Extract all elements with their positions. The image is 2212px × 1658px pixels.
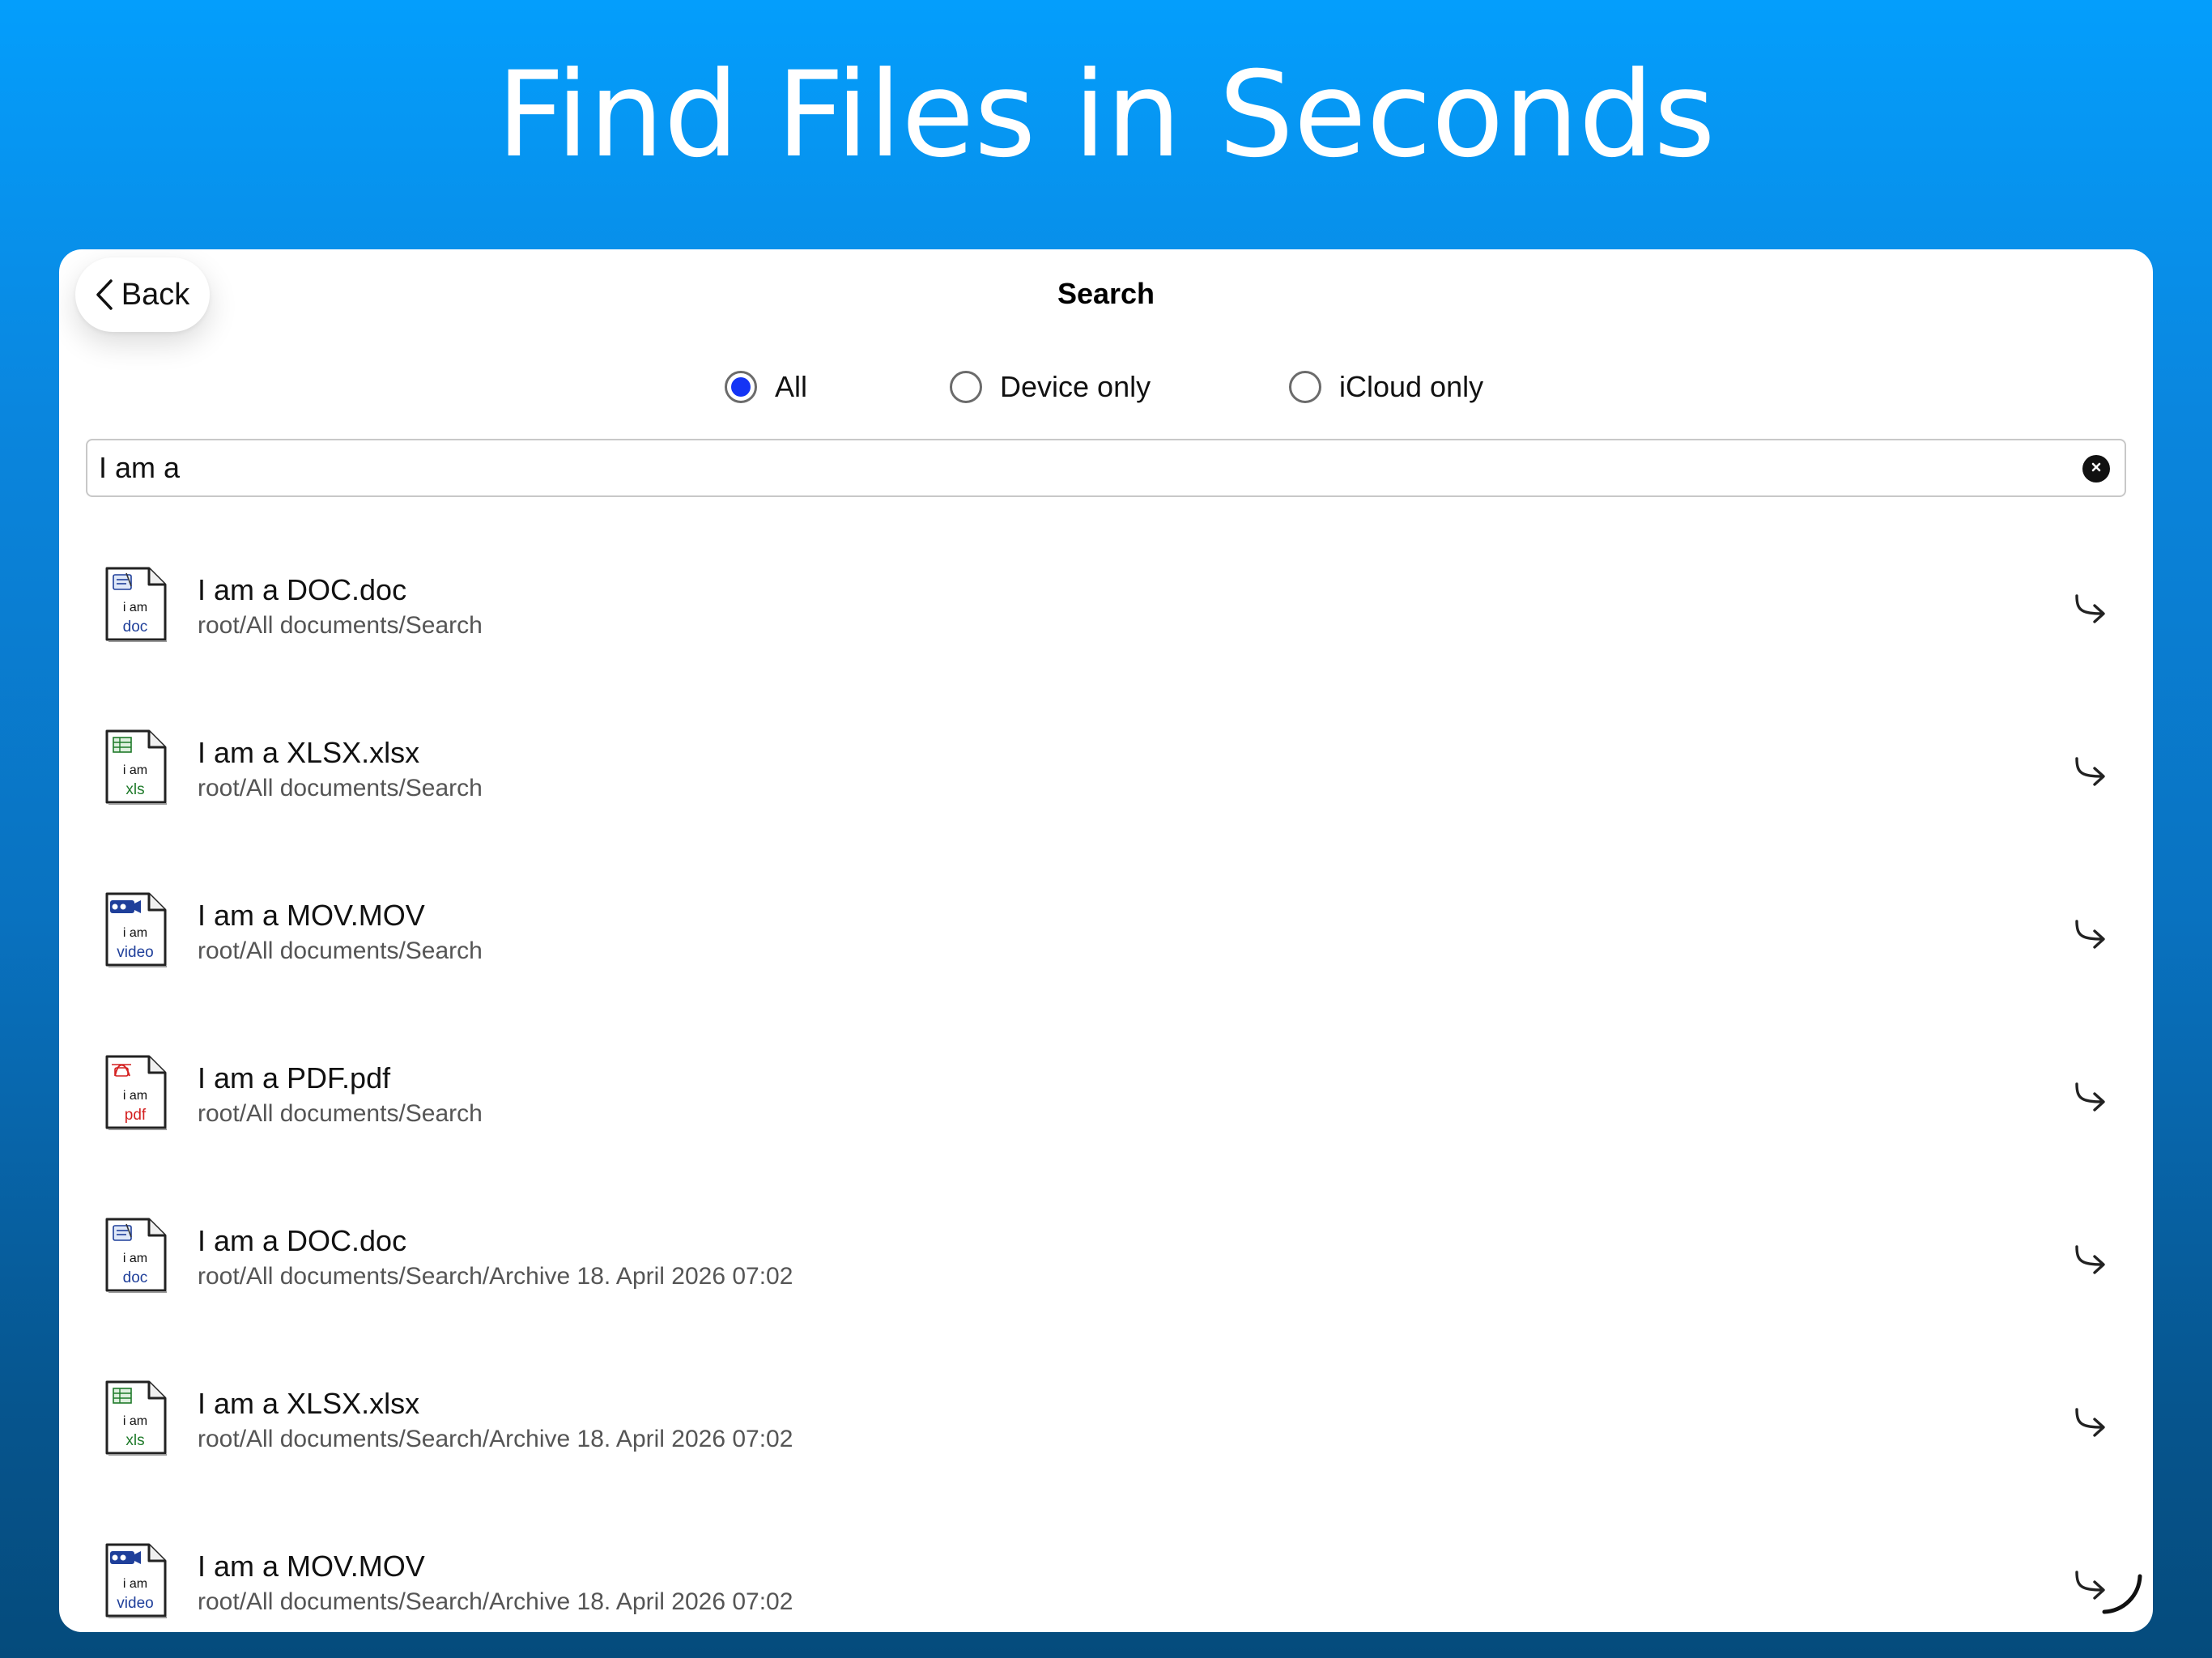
video-file-icon: i am video — [102, 1541, 168, 1619]
open-in-folder-button[interactable] — [2065, 912, 2114, 960]
file-icon-type: doc — [122, 1269, 148, 1286]
scroll-indicator[interactable] — [2099, 1573, 2148, 1622]
open-in-folder-button[interactable] — [2065, 1074, 2114, 1123]
file-path: root/All documents/Search/Archive 18. Ap… — [198, 1426, 793, 1452]
radio-button-device-only[interactable] — [950, 371, 982, 403]
file-path: root/All documents/Search — [198, 612, 483, 639]
result-row[interactable]: i am doc I am a DOC.doc root/All documents/… — [59, 1208, 2153, 1371]
arrow-turn-right-icon — [2070, 752, 2109, 794]
file-name: I am a DOC.doc — [198, 573, 407, 606]
radio-button-all[interactable] — [725, 371, 757, 403]
hero-title: Find Files in Seconds — [496, 46, 1716, 184]
result-row[interactable]: i am xls I am a XLSX.xlsx root/All document… — [59, 720, 2153, 882]
arrow-turn-right-icon — [2070, 1403, 2109, 1445]
file-name: I am a XLSX.xlsx — [198, 736, 420, 769]
file-name: I am a XLSX.xlsx — [198, 1387, 420, 1420]
file-path: root/All documents/Search — [198, 1100, 483, 1127]
filter-label-icloud-only: iCloud only — [1339, 370, 1484, 403]
file-name: I am a MOV.MOV — [198, 899, 425, 932]
clear-search-button[interactable] — [2082, 455, 2110, 483]
open-in-folder-button[interactable] — [2065, 749, 2114, 797]
file-icon-caption: i am — [122, 1252, 148, 1265]
file-icon-type: xls — [125, 1432, 145, 1449]
file-path: root/All documents/Search/Archive 18. Ap… — [198, 1263, 793, 1290]
arrow-turn-right-icon — [2070, 589, 2109, 631]
result-row[interactable]: i am doc I am a DOC.doc root/All documents/… — [59, 557, 2153, 720]
search-input[interactable] — [99, 440, 2058, 495]
result-row[interactable]: i am video I am a MOV.MOV root/All document… — [59, 882, 2153, 1045]
open-in-folder-button[interactable] — [2065, 1237, 2114, 1286]
video-file-icon: i am video — [102, 891, 168, 968]
file-icon-type: video — [117, 944, 154, 961]
file-icon-type: pdf — [124, 1107, 147, 1124]
file-icon-caption: i am — [122, 1577, 148, 1591]
radio-button-icloud-only[interactable] — [1289, 371, 1321, 403]
page-title: Search — [1057, 277, 1155, 310]
file-name: I am a PDF.pdf — [198, 1061, 391, 1095]
file-icon-caption: i am — [122, 1414, 148, 1428]
result-row[interactable]: i am xls I am a XLSX.xlsx root/All document… — [59, 1371, 2153, 1533]
result-row[interactable]: i am pdf I am a PDF.pdf root/All documents/… — [59, 1045, 2153, 1208]
location-filter: All Device only iCloud only — [59, 361, 2153, 413]
filter-label-all: All — [775, 370, 808, 403]
radio-selected-dot — [731, 377, 751, 397]
open-in-folder-button[interactable] — [2065, 1400, 2114, 1448]
search-panel: Back Search All Device only iCloud only — [59, 249, 2153, 1632]
file-icon-caption: i am — [122, 601, 148, 614]
xls-file-icon: i am xls — [102, 728, 168, 806]
file-icon-caption: i am — [122, 763, 148, 777]
filter-label-device-only: Device only — [1000, 370, 1151, 403]
file-icon-caption: i am — [122, 926, 148, 940]
arrow-turn-right-icon — [2070, 915, 2109, 957]
result-list: i am doc I am a DOC.doc root/All documents/… — [59, 557, 2153, 1632]
file-path: root/All documents/Search/Archive 18. Ap… — [198, 1588, 793, 1615]
arrow-turn-right-icon — [2070, 1240, 2109, 1282]
open-in-folder-button[interactable] — [2065, 586, 2114, 635]
file-path: root/All documents/Search — [198, 937, 483, 964]
file-name: I am a DOC.doc — [198, 1224, 407, 1257]
arrow-turn-right-icon — [2070, 1078, 2109, 1120]
xls-file-icon: i am xls — [102, 1379, 168, 1456]
doc-file-icon: i am doc — [102, 565, 168, 643]
file-icon-type: video — [117, 1595, 154, 1612]
filter-option-icloud-only[interactable]: iCloud only — [1289, 361, 1483, 413]
filter-option-device-only[interactable]: Device only — [950, 361, 1151, 413]
result-row[interactable]: i am video I am a MOV.MOV root/All document… — [59, 1533, 2153, 1632]
pdf-file-icon: i am pdf — [102, 1053, 168, 1131]
file-icon-caption: i am — [122, 1089, 148, 1103]
filter-option-all[interactable]: All — [725, 361, 807, 413]
close-icon — [2090, 461, 2103, 477]
file-path: root/All documents/Search — [198, 775, 483, 801]
doc-file-icon: i am doc — [102, 1216, 168, 1294]
file-icon-type: doc — [122, 619, 148, 636]
file-icon-type: xls — [125, 781, 145, 798]
file-name: I am a MOV.MOV — [198, 1550, 425, 1583]
search-field — [86, 439, 2126, 497]
